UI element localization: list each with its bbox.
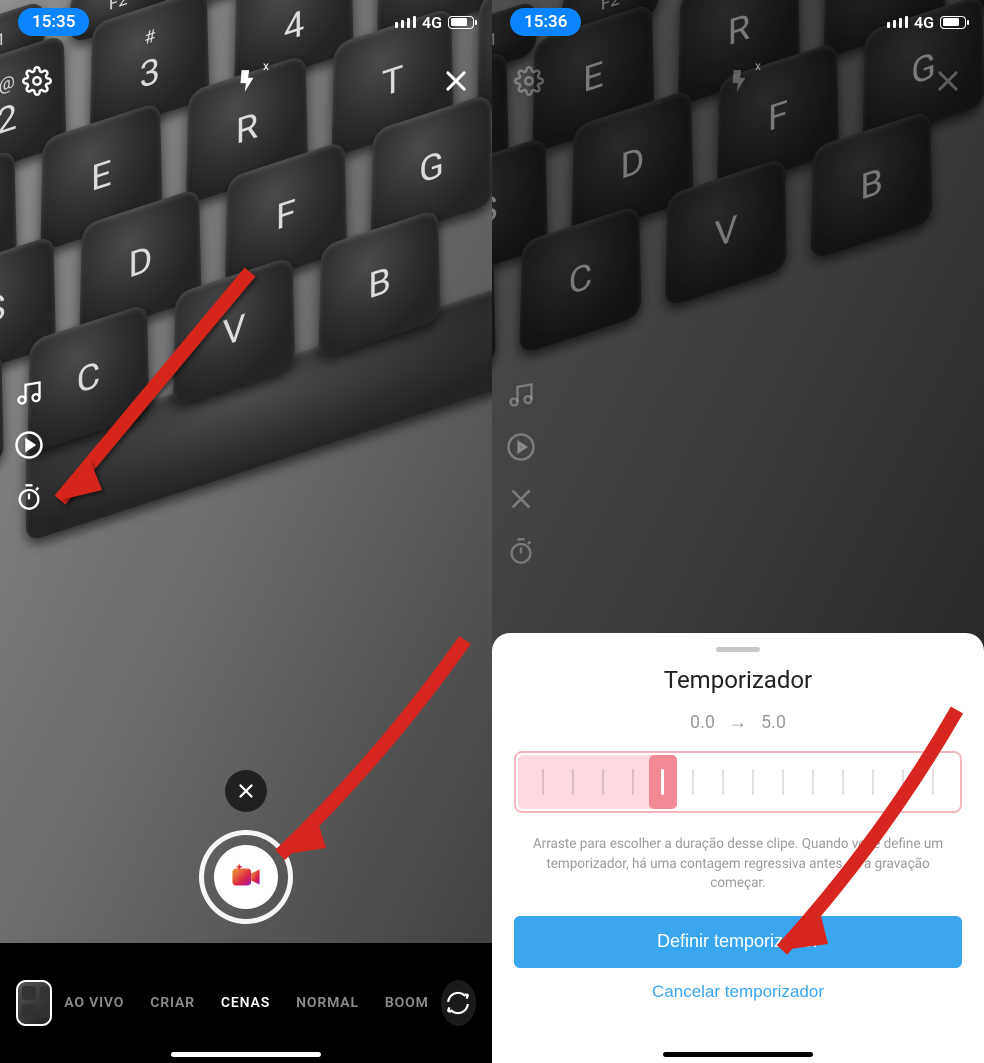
settings-icon (514, 66, 544, 96)
right-screenshot: F1 F2 F3 F4 F5 W E R T Y S D F G X C (492, 0, 984, 1063)
timer-slider[interactable] (514, 751, 962, 813)
timer-sheet: Temporizador 0.0 → 5.0 Arraste para esco… (492, 633, 984, 1063)
flash-off-icon[interactable]: x (234, 65, 260, 97)
sheet-drag-handle[interactable] (716, 647, 760, 652)
mode-ao-vivo[interactable]: AO VIVO (64, 995, 124, 1011)
cancel-timer-button[interactable]: Cancelar temporizador (652, 982, 824, 1002)
network-label: 4G (914, 13, 934, 32)
flash-off-x-badge: x (755, 59, 761, 73)
sheet-title: Temporizador (664, 666, 812, 694)
slider-ticks (516, 753, 960, 811)
home-indicator[interactable] (663, 1052, 813, 1057)
delete-last-clip-button[interactable] (225, 770, 267, 812)
define-timer-button[interactable]: Definir temporizador (514, 916, 962, 968)
flash-off-icon: x (726, 65, 752, 97)
side-tools (14, 378, 44, 512)
range-start: 0.0 (690, 712, 715, 733)
mode-criar[interactable]: CRIAR (150, 995, 195, 1011)
battery-icon (448, 16, 474, 29)
range-end: 5.0 (761, 712, 786, 733)
cross-icon (506, 484, 536, 514)
camera-top-controls: x (0, 56, 492, 106)
flash-off-x-badge: x (263, 59, 269, 73)
arrow-right-icon: → (729, 712, 747, 733)
speed-icon (506, 432, 536, 462)
slider-handle[interactable] (649, 755, 677, 809)
timer-icon[interactable] (14, 482, 44, 512)
record-cenas-button[interactable] (199, 830, 293, 924)
music-icon[interactable] (14, 378, 44, 408)
left-screenshot: F1 F2 F3 F4 F5 @2 #3 $4 %5 ^6 W E R T Y (0, 0, 492, 1063)
range-row: 0.0 → 5.0 (690, 712, 786, 733)
home-indicator[interactable] (171, 1052, 321, 1057)
settings-icon[interactable] (22, 66, 52, 96)
side-tools (506, 380, 536, 566)
battery-icon (940, 16, 966, 29)
music-icon (506, 380, 536, 410)
record-inner (214, 845, 278, 909)
close-icon[interactable] (442, 67, 470, 95)
key-x: X (0, 350, 4, 501)
timer-icon (506, 536, 536, 566)
network-label: 4G (422, 13, 442, 32)
mode-boom[interactable]: BOOM (385, 995, 429, 1011)
sparkle-camera-icon (229, 860, 263, 894)
mode-switcher[interactable]: AO VIVO CRIAR CENAS NORMAL BOOM (64, 995, 428, 1011)
mode-normal[interactable]: NORMAL (296, 995, 359, 1011)
close-icon (934, 67, 962, 95)
status-bar: 15:35 4G (0, 0, 492, 44)
helper-text: Arraste para escolher a duração desse cl… (514, 835, 962, 894)
flip-camera-button[interactable] (441, 980, 476, 1026)
status-time: 15:35 (18, 8, 89, 36)
cellular-signal-icon (887, 16, 908, 28)
gallery-thumbnail-button[interactable] (16, 980, 52, 1026)
speed-icon[interactable] (14, 430, 44, 460)
status-bar: 15:36 4G (492, 0, 984, 44)
cellular-signal-icon (395, 16, 416, 28)
bottom-mode-rail: AO VIVO CRIAR CENAS NORMAL BOOM (0, 943, 492, 1063)
camera-top-controls: x (492, 56, 984, 106)
status-time: 15:36 (510, 8, 581, 36)
mode-cenas[interactable]: CENAS (221, 995, 270, 1011)
